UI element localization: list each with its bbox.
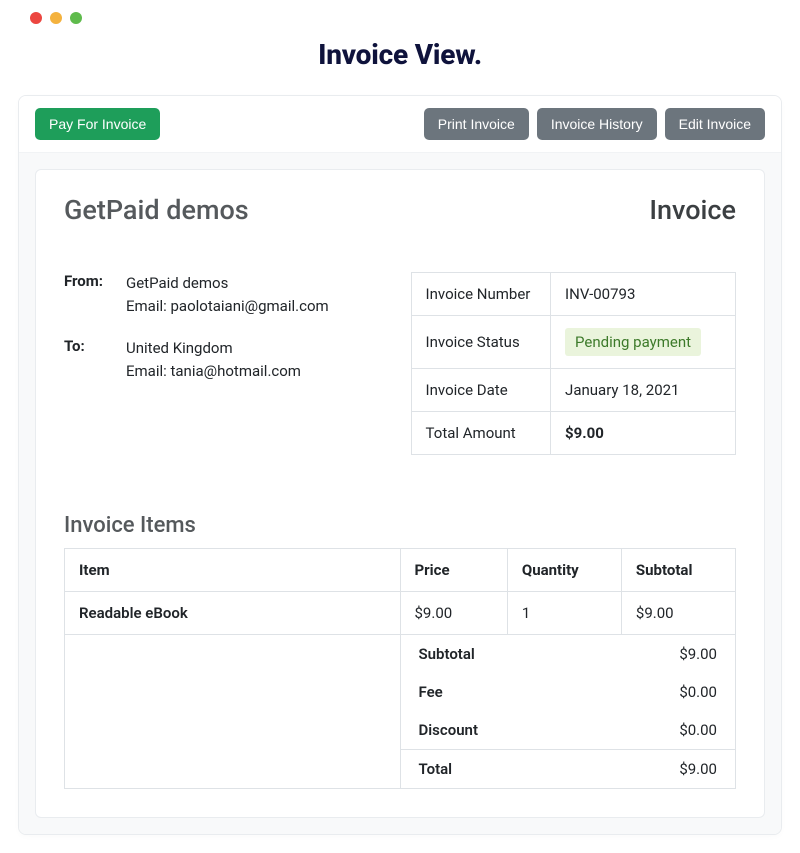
window-close-dot[interactable] bbox=[30, 12, 42, 24]
document-type: Invoice bbox=[649, 194, 736, 226]
summary-date-label: Invoice Date bbox=[411, 369, 551, 412]
totals-fee: Fee $0.00 bbox=[401, 673, 736, 711]
summary-status-label: Invoice Status bbox=[411, 316, 551, 369]
totals-total-label: Total bbox=[419, 760, 453, 778]
meta-row: From: GetPaid demos Email: paolotaiani@g… bbox=[64, 272, 736, 455]
window-zoom-dot[interactable] bbox=[70, 12, 82, 24]
col-item: Item bbox=[65, 549, 401, 592]
item-subtotal: $9.00 bbox=[621, 592, 735, 635]
totals-subtotal: Subtotal $9.00 bbox=[401, 635, 736, 673]
summary-row-date: Invoice Date January 18, 2021 bbox=[411, 369, 735, 412]
totals-fee-label: Fee bbox=[419, 683, 443, 701]
col-quantity: Quantity bbox=[507, 549, 621, 592]
summary-date-value: January 18, 2021 bbox=[551, 369, 736, 412]
totals-discount-value: $0.00 bbox=[679, 721, 717, 739]
totals-subtotal-value: $9.00 bbox=[679, 645, 717, 663]
body-area: GetPaid demos Invoice From: GetPaid demo… bbox=[19, 153, 781, 834]
totals-fee-value: $0.00 bbox=[679, 683, 717, 701]
summary: Invoice Number INV-00793 Invoice Status … bbox=[411, 272, 736, 455]
addresses: From: GetPaid demos Email: paolotaiani@g… bbox=[64, 272, 387, 401]
totals-row: Subtotal $9.00 Fee $0.00 Discount $0.00 bbox=[65, 635, 736, 789]
item-price: $9.00 bbox=[400, 592, 507, 635]
item-row: Readable eBook $9.00 1 $9.00 bbox=[65, 592, 736, 635]
summary-row-number: Invoice Number INV-00793 bbox=[411, 273, 735, 316]
col-price: Price bbox=[400, 549, 507, 592]
invoice-history-button[interactable]: Invoice History bbox=[537, 108, 657, 140]
summary-row-amount: Total Amount $9.00 bbox=[411, 412, 735, 455]
summary-number-label: Invoice Number bbox=[411, 273, 551, 316]
totals-discount-label: Discount bbox=[419, 721, 478, 739]
summary-number-value: INV-00793 bbox=[551, 273, 736, 316]
to-email: Email: tania@hotmail.com bbox=[126, 360, 301, 383]
to-label: To: bbox=[64, 337, 110, 384]
from-block: From: GetPaid demos Email: paolotaiani@g… bbox=[64, 272, 387, 319]
item-name: Readable eBook bbox=[65, 592, 401, 635]
panel-header: GetPaid demos Invoice bbox=[64, 194, 736, 226]
invoice-panel: GetPaid demos Invoice From: GetPaid demo… bbox=[35, 169, 765, 818]
to-block: To: United Kingdom Email: tania@hotmail.… bbox=[64, 337, 387, 384]
summary-amount-label: Total Amount bbox=[411, 412, 551, 455]
totals-total: Total $9.00 bbox=[401, 749, 736, 788]
print-invoice-button[interactable]: Print Invoice bbox=[424, 108, 529, 140]
page-title: Invoice View. bbox=[0, 38, 800, 71]
totals-spacer bbox=[65, 635, 401, 789]
totals-subtotal-label: Subtotal bbox=[419, 645, 475, 663]
toolbar: Pay For Invoice Print Invoice Invoice Hi… bbox=[19, 96, 781, 153]
invoice-card: Pay For Invoice Print Invoice Invoice Hi… bbox=[18, 95, 782, 835]
pay-for-invoice-button[interactable]: Pay For Invoice bbox=[35, 108, 160, 140]
col-subtotal: Subtotal bbox=[621, 549, 735, 592]
summary-status-value: Pending payment bbox=[551, 316, 736, 369]
summary-table: Invoice Number INV-00793 Invoice Status … bbox=[411, 272, 736, 455]
summary-row-status: Invoice Status Pending payment bbox=[411, 316, 735, 369]
totals-discount: Discount $0.00 bbox=[401, 711, 736, 749]
item-quantity: 1 bbox=[507, 592, 621, 635]
from-name: GetPaid demos bbox=[126, 272, 329, 295]
totals-cell: Subtotal $9.00 Fee $0.00 Discount $0.00 bbox=[400, 635, 736, 789]
window-minimize-dot[interactable] bbox=[50, 12, 62, 24]
items-title: Invoice Items bbox=[64, 513, 736, 538]
summary-amount-value: $9.00 bbox=[551, 412, 736, 455]
totals-total-value: $9.00 bbox=[679, 760, 717, 778]
window-controls bbox=[0, 0, 800, 34]
from-label: From: bbox=[64, 272, 110, 319]
edit-invoice-button[interactable]: Edit Invoice bbox=[665, 108, 765, 140]
items-table: Item Price Quantity Subtotal Readable eB… bbox=[64, 548, 736, 789]
from-email: Email: paolotaiani@gmail.com bbox=[126, 295, 329, 318]
company-name: GetPaid demos bbox=[64, 194, 249, 226]
to-name: United Kingdom bbox=[126, 337, 301, 360]
status-badge: Pending payment bbox=[565, 328, 701, 356]
